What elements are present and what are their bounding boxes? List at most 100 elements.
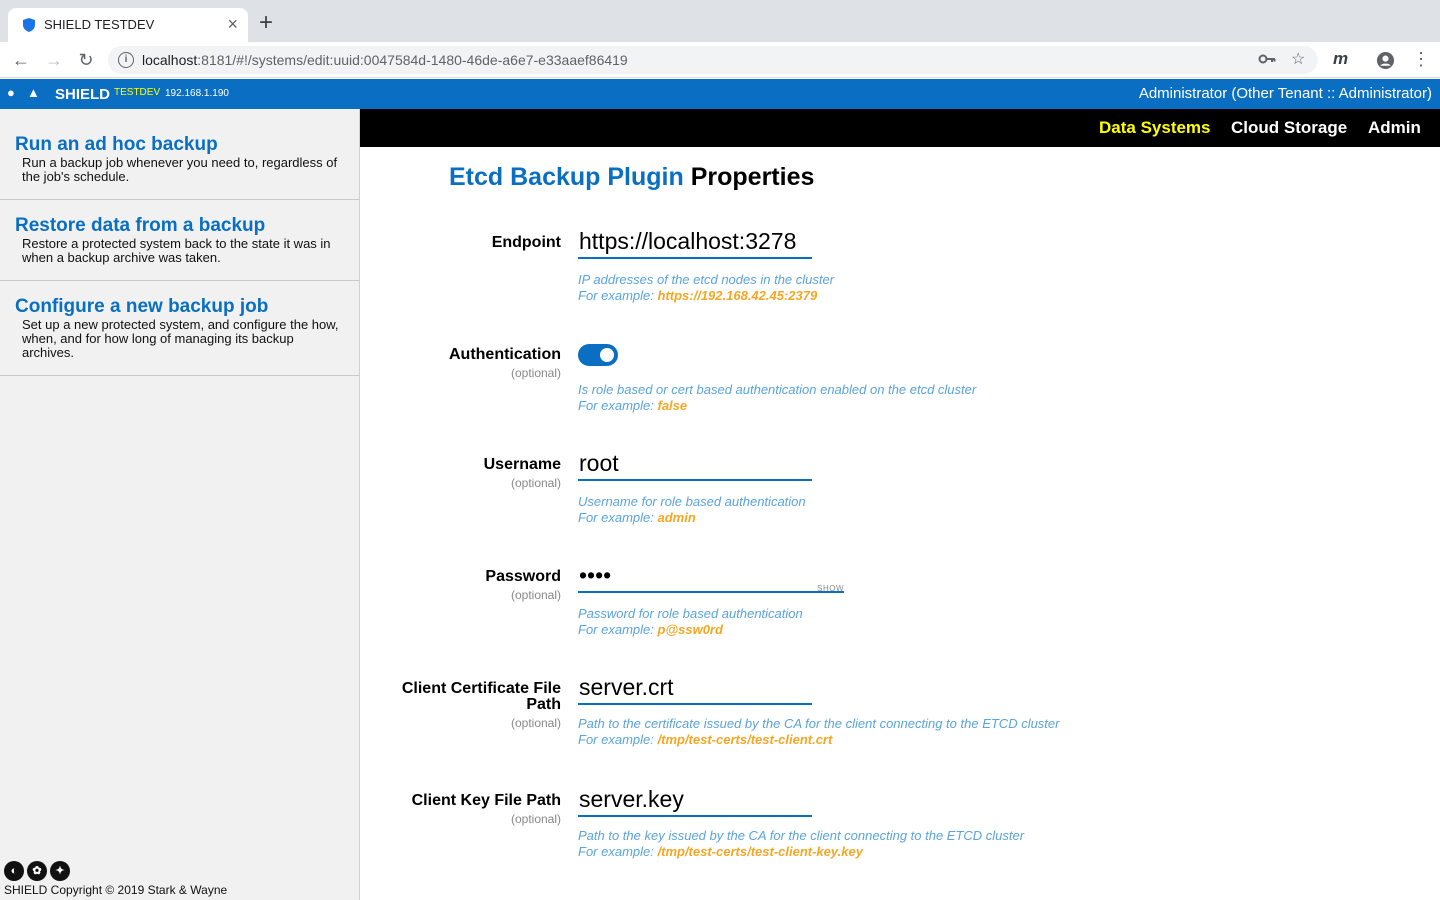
sidebar-item-desc: Run a backup job whenever you need to, r… (22, 155, 338, 184)
tab-close-icon[interactable]: × (227, 14, 238, 34)
optional-tag: (optional) (510, 476, 561, 490)
example-value: false (657, 398, 688, 413)
forward-icon[interactable]: → (42, 48, 66, 72)
field-help: Path to the certificate issued by the CA… (578, 716, 1059, 748)
copyright: SHIELD Copyright © 2019 Stark & Wayne (4, 883, 228, 897)
nav-data-systems[interactable]: Data Systems (1099, 118, 1211, 138)
show-password-button[interactable]: SHOW (817, 573, 844, 605)
sidebar-item-title[interactable]: Run an ad hoc backup (15, 134, 344, 156)
new-tab-button[interactable]: + (259, 11, 273, 35)
field-label: Client Key File Path (optional) (371, 793, 561, 827)
field-help: Is role based or cert based authenticati… (578, 382, 976, 414)
field-label-text-line2: Path (526, 696, 561, 713)
example-prefix: For example: (578, 510, 654, 525)
sidebar-item-adhoc[interactable]: Run an ad hoc backup Run a backup job wh… (0, 109, 359, 200)
nav-cloud-storage[interactable]: Cloud Storage (1231, 118, 1347, 138)
help-text: Path to the certificate issued by the CA… (578, 716, 1060, 731)
help-example: For example: /tmp/test-certs/test-client… (578, 844, 1024, 860)
sidebar-item-title[interactable]: Restore data from a backup (15, 215, 344, 237)
help-example: For example: p@ssw0rd (578, 622, 803, 638)
example-value: /tmp/test-certs/test-client-key.key (657, 844, 863, 859)
field-label: Client Certificate File Path (optional) (371, 681, 561, 731)
example-prefix: For example: (578, 398, 654, 413)
example-prefix: For example: (578, 622, 654, 637)
help-example: For example: false (578, 398, 976, 414)
field-help: IP addresses of the etcd nodes in the cl… (578, 272, 834, 304)
host-ip: 192.168.1.190 (165, 88, 229, 99)
brand-name[interactable]: SHIELD (55, 86, 110, 103)
heading-suffix: Properties (690, 163, 815, 191)
extension-m-icon[interactable]: m (1333, 49, 1348, 69)
twitter-icon[interactable]: ✦ (50, 861, 70, 881)
key-icon[interactable] (1258, 52, 1276, 66)
profile-avatar-icon[interactable] (1376, 51, 1395, 70)
url-host: localhost (142, 52, 198, 68)
address-bar[interactable]: i localhost:8181/#!/systems/edit:uuid:00… (108, 46, 1318, 74)
toggle-knob (600, 348, 614, 362)
browser-tab[interactable]: SHIELD TESTDEV × (8, 8, 248, 42)
browser-menu-icon[interactable]: ⋮ (1412, 49, 1430, 70)
starkandwayne-icon[interactable]: ✿ (27, 861, 47, 881)
client-key-input[interactable]: server.key (578, 783, 812, 817)
sidebar-item-desc: Set up a new protected system, and confi… (22, 317, 339, 360)
field-label: Authentication (optional) (371, 347, 561, 381)
help-example: For example: https://192.168.42.45:2379 (578, 288, 834, 304)
optional-tag: (optional) (510, 716, 561, 730)
main-nav: Data Systems Cloud Storage Admin (360, 109, 1440, 147)
field-help: Username for role based authentication F… (578, 494, 806, 526)
site-info-icon[interactable]: i (118, 52, 134, 68)
field-label: Endpoint (371, 235, 561, 251)
help-text: Path to the key issued by the CA for the… (578, 828, 1025, 843)
example-prefix: For example: (578, 732, 654, 747)
user-menu[interactable]: Administrator (Other Tenant :: Administr… (1139, 85, 1432, 102)
example-value: admin (657, 510, 696, 525)
url-text[interactable]: localhost:8181/#!/systems/edit:uuid:0047… (142, 52, 628, 68)
help-text: Password for role based authentication (578, 606, 803, 621)
endpoint-input[interactable]: https://localhost:3278 (578, 225, 812, 259)
star-icon[interactable]: ☆ (1291, 49, 1305, 69)
reload-icon[interactable]: ↻ (74, 48, 98, 72)
example-value: https://192.168.42.45:2379 (657, 288, 818, 303)
example-prefix: For example: (578, 288, 654, 303)
help-example: For example: /tmp/test-certs/test-client… (578, 732, 1059, 748)
tab-title: SHIELD TESTDEV (44, 17, 155, 32)
help-text: IP addresses of the etcd nodes in the cl… (578, 272, 835, 287)
password-input[interactable]: •••• SHOW (578, 559, 844, 593)
help-example: For example: admin (578, 510, 806, 526)
social-links: ◐ ✿ ✦ (4, 861, 73, 881)
username-input[interactable]: root (578, 447, 812, 481)
optional-tag: (optional) (510, 366, 561, 380)
sidebar-item-desc: Restore a protected system back to the s… (22, 236, 331, 265)
back-icon[interactable]: ← (9, 48, 33, 72)
plugin-name: Etcd Backup Plugin (449, 163, 684, 191)
browser-tabstrip: SHIELD TESTDEV × + (0, 0, 1440, 42)
optional-tag: (optional) (510, 812, 561, 826)
client-cert-input[interactable]: server.crt (578, 671, 812, 705)
field-label-text: Password (485, 568, 561, 585)
github-icon[interactable]: ◐ (4, 861, 24, 881)
browser-toolbar: ← → ↻ i localhost:8181/#!/systems/edit:u… (0, 42, 1440, 78)
sidebar-item-restore[interactable]: Restore data from a backup Restore a pro… (0, 200, 359, 281)
page-title: Etcd Backup Plugin Properties (449, 163, 814, 192)
field-label-text: Endpoint (491, 234, 561, 251)
sidebar: Run an ad hoc backup Run a backup job wh… (0, 109, 360, 900)
app-topbar: ● ▲ SHIELD TESTDEV 192.168.1.190 Adminis… (0, 79, 1440, 109)
field-label-text: Username (483, 456, 561, 473)
apple-icon: ● (7, 85, 15, 100)
field-help: Password for role based authentication F… (578, 606, 803, 638)
sidebar-item-title[interactable]: Configure a new backup job (15, 296, 344, 318)
environment-badge: TESTDEV (114, 87, 161, 98)
main-content: Etcd Backup Plugin Properties Endpoint h… (360, 147, 1440, 900)
sidebar-item-configure[interactable]: Configure a new backup job Set up a new … (0, 281, 359, 376)
authentication-toggle[interactable] (578, 344, 618, 366)
example-prefix: For example: (578, 844, 654, 859)
field-label-text-line1: Client Certificate File (401, 680, 561, 697)
nav-admin[interactable]: Admin (1368, 118, 1421, 138)
field-label: Password (optional) (371, 569, 561, 603)
example-value: p@ssw0rd (657, 622, 723, 637)
optional-tag: (optional) (510, 588, 561, 602)
password-value: •••• (579, 562, 612, 588)
help-text: Username for role based authentication (578, 494, 806, 509)
example-value: /tmp/test-certs/test-client.crt (657, 732, 833, 747)
field-help: Path to the key issued by the CA for the… (578, 828, 1024, 860)
